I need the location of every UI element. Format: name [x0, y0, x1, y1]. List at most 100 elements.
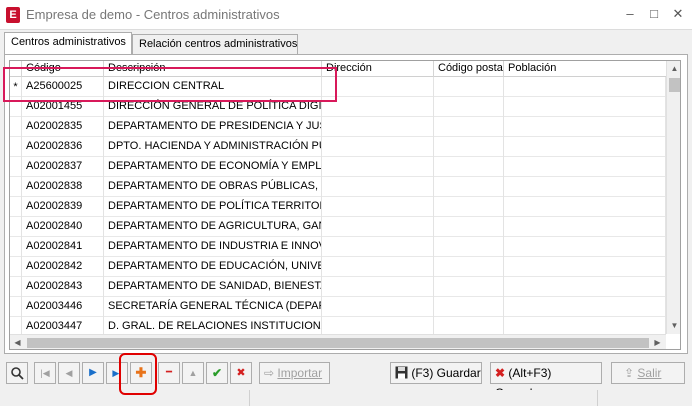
table-row[interactable]: A02002838 DEPARTAMENTO DE OBRAS PÚBLICAS,…: [10, 177, 666, 197]
cell-codigo[interactable]: A02003446: [22, 297, 104, 317]
magnifier-icon: [11, 367, 24, 380]
cell-codigo-postal[interactable]: [434, 97, 504, 117]
column-header-codigo-postal[interactable]: Código postal: [434, 61, 504, 77]
table-row[interactable]: A02002842 DEPARTAMENTO DE EDUCACIÓN, UNIV…: [10, 257, 666, 277]
table-row[interactable]: A02002836 DPTO. HACIENDA Y ADMINISTRACIÓN…: [10, 137, 666, 157]
import-arrow-icon: ⇨: [264, 366, 275, 380]
search-button[interactable]: [6, 362, 28, 384]
horizontal-scroll-thumb[interactable]: [27, 338, 649, 348]
cell-descripcion[interactable]: DEPARTAMENTO DE EDUCACIÓN, UNIVERSI: [104, 257, 322, 277]
edit-record-button[interactable]: ▲: [182, 362, 204, 384]
cell-descripcion[interactable]: DEPARTAMENTO DE SANIDAD, BIENESTAR S: [104, 277, 322, 297]
close-button[interactable]: ✕: [668, 5, 688, 23]
cell-descripcion[interactable]: DEPARTAMENTO DE OBRAS PÚBLICAS, URB: [104, 177, 322, 197]
horizontal-scrollbar[interactable]: ◀ ▶: [10, 334, 666, 349]
cell-poblacion[interactable]: [504, 77, 666, 97]
cell-descripcion[interactable]: DEPARTAMENTO DE INDUSTRIA E INNOVAC: [104, 237, 322, 257]
table-row[interactable]: A02002843 DEPARTAMENTO DE SANIDAD, BIENES…: [10, 277, 666, 297]
scroll-up-arrow-icon[interactable]: ▲: [667, 61, 680, 77]
cell-descripcion[interactable]: SECRETARÍA GENERAL TÉCNICA (DEPARTAI: [104, 297, 322, 317]
cell-direccion[interactable]: [322, 217, 434, 237]
first-record-button[interactable]: |◀: [34, 362, 56, 384]
table-row[interactable]: A02003446 SECRETARÍA GENERAL TÉCNICA (DEP…: [10, 297, 666, 317]
next-record-button[interactable]: ▶: [82, 362, 104, 384]
cell-direccion[interactable]: [322, 257, 434, 277]
cell-poblacion[interactable]: [504, 197, 666, 217]
row-indicator: [10, 237, 22, 257]
scroll-right-arrow-icon[interactable]: ▶: [650, 335, 665, 349]
cell-codigo[interactable]: A02002842: [22, 257, 104, 277]
cell-codigo-postal[interactable]: [434, 257, 504, 277]
vertical-scrollbar[interactable]: ▲ ▼: [666, 61, 680, 334]
cell-descripcion[interactable]: DEPARTAMENTO DE ECONOMÍA Y EMPLEO: [104, 157, 322, 177]
cell-poblacion[interactable]: [504, 177, 666, 197]
cell-codigo[interactable]: A02002839: [22, 197, 104, 217]
scroll-left-arrow-icon[interactable]: ◀: [10, 335, 25, 349]
cell-codigo[interactable]: A02002843: [22, 277, 104, 297]
cell-direccion[interactable]: [322, 277, 434, 297]
table-row[interactable]: A02002841 DEPARTAMENTO DE INDUSTRIA E INN…: [10, 237, 666, 257]
cell-codigo-postal[interactable]: [434, 77, 504, 97]
cell-codigo-postal[interactable]: [434, 157, 504, 177]
vertical-scroll-thumb[interactable]: [669, 78, 680, 92]
cell-poblacion[interactable]: [504, 137, 666, 157]
cell-poblacion[interactable]: [504, 297, 666, 317]
cell-poblacion[interactable]: [504, 277, 666, 297]
cell-poblacion[interactable]: [504, 217, 666, 237]
import-button[interactable]: ⇨ Importar: [259, 362, 330, 384]
cell-direccion[interactable]: [322, 117, 434, 137]
column-header-poblacion[interactable]: Población: [504, 61, 666, 77]
cancel-record-button[interactable]: ✖: [230, 362, 252, 384]
cell-codigo-postal[interactable]: [434, 237, 504, 257]
cell-direccion[interactable]: [322, 197, 434, 217]
data-grid[interactable]: Código Descripción Dirección Código post…: [9, 60, 681, 350]
cell-direccion[interactable]: [322, 77, 434, 97]
delete-record-button[interactable]: ━: [158, 362, 180, 384]
cell-codigo[interactable]: A02002840: [22, 217, 104, 237]
cell-direccion[interactable]: [322, 177, 434, 197]
confirm-record-button[interactable]: ✔: [206, 362, 228, 384]
cell-codigo-postal[interactable]: [434, 297, 504, 317]
cell-codigo[interactable]: A02002835: [22, 117, 104, 137]
cell-codigo[interactable]: A02002837: [22, 157, 104, 177]
tab-centros-administrativos[interactable]: Centros administrativos: [4, 32, 132, 54]
cell-direccion[interactable]: [322, 237, 434, 257]
cell-poblacion[interactable]: [504, 237, 666, 257]
cell-codigo[interactable]: A02002841: [22, 237, 104, 257]
table-row[interactable]: A02002840 DEPARTAMENTO DE AGRICULTURA, GA…: [10, 217, 666, 237]
cell-codigo-postal[interactable]: [434, 137, 504, 157]
save-button[interactable]: (F3) Guardar: [390, 362, 482, 384]
exit-button[interactable]: ⇪ Salir: [611, 362, 685, 384]
cell-poblacion[interactable]: [504, 97, 666, 117]
tab-relacion-centros[interactable]: Relación centros administrativos: [132, 34, 298, 55]
table-row[interactable]: A02002839 DEPARTAMENTO DE POLÍTICA TERRIT…: [10, 197, 666, 217]
column-header-direccion[interactable]: Dirección: [322, 61, 434, 77]
cell-codigo-postal[interactable]: [434, 117, 504, 137]
cell-codigo[interactable]: A02002836: [22, 137, 104, 157]
maximize-button[interactable]: □: [644, 5, 664, 23]
cell-codigo-postal[interactable]: [434, 217, 504, 237]
cell-poblacion[interactable]: [504, 157, 666, 177]
cell-codigo-postal[interactable]: [434, 277, 504, 297]
cell-descripcion[interactable]: DEPARTAMENTO DE AGRICULTURA, GANAD: [104, 217, 322, 237]
cell-direccion[interactable]: [322, 137, 434, 157]
cell-codigo[interactable]: A02002838: [22, 177, 104, 197]
cell-poblacion[interactable]: [504, 117, 666, 137]
cell-descripcion[interactable]: DEPARTAMENTO DE PRESIDENCIA Y JUSTIC: [104, 117, 322, 137]
cell-direccion[interactable]: [322, 157, 434, 177]
minimize-button[interactable]: –: [620, 5, 640, 23]
cell-poblacion[interactable]: [504, 257, 666, 277]
previous-record-button[interactable]: ◀: [58, 362, 80, 384]
cell-descripcion[interactable]: DPTO. HACIENDA Y ADMINISTRACIÓN PÚBL: [104, 137, 322, 157]
minus-icon: ━: [165, 367, 173, 378]
table-row[interactable]: A02002837 DEPARTAMENTO DE ECONOMÍA Y EMPL…: [10, 157, 666, 177]
cell-direccion[interactable]: [322, 297, 434, 317]
add-button-highlight: [119, 353, 157, 395]
cell-direccion[interactable]: [322, 97, 434, 117]
cell-codigo-postal[interactable]: [434, 197, 504, 217]
cell-codigo-postal[interactable]: [434, 177, 504, 197]
table-row[interactable]: A02002835 DEPARTAMENTO DE PRESIDENCIA Y J…: [10, 117, 666, 137]
cell-descripcion[interactable]: DEPARTAMENTO DE POLÍTICA TERRITORIA: [104, 197, 322, 217]
scroll-down-arrow-icon[interactable]: ▼: [667, 318, 680, 334]
cancel-button[interactable]: ✖ (Alt+F3) Cancelar: [490, 362, 602, 400]
